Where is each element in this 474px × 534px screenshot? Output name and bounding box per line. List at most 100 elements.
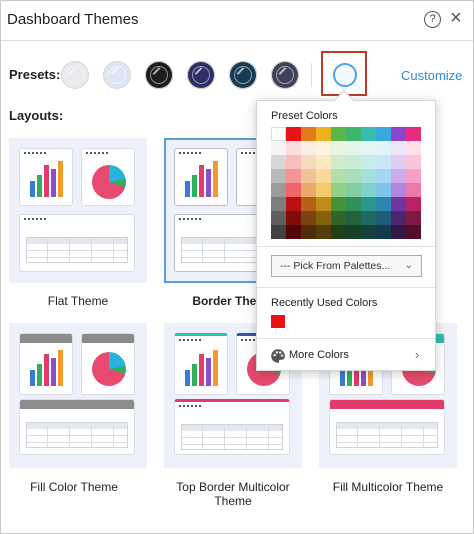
preset-color-cell[interactable] <box>331 183 346 197</box>
preset-color-cell[interactable] <box>406 197 421 211</box>
preset-color-cell[interactable] <box>316 183 331 197</box>
preset-swatch-light-gray[interactable] <box>61 61 89 89</box>
preset-color-cell[interactable] <box>331 141 346 155</box>
preset-color-cell[interactable] <box>331 127 346 141</box>
question-circle-icon[interactable]: ? <box>424 11 441 28</box>
preset-color-cell[interactable] <box>406 141 421 155</box>
preset-colors-label: Preset Colors <box>271 110 338 122</box>
preset-color-cell[interactable] <box>331 211 346 225</box>
preset-color-cell[interactable] <box>391 127 406 141</box>
preset-color-cell[interactable] <box>316 127 331 141</box>
preset-color-cell[interactable] <box>391 183 406 197</box>
preset-color-cell[interactable] <box>301 197 316 211</box>
preset-color-cell[interactable] <box>391 155 406 169</box>
presets-label: Presets: <box>9 67 61 82</box>
preset-color-cell[interactable] <box>346 169 361 183</box>
recent-color-swatch[interactable] <box>271 315 285 328</box>
preset-color-cell[interactable] <box>271 225 286 239</box>
preset-color-cell[interactable] <box>271 197 286 211</box>
customize-link[interactable]: Customize <box>401 68 462 83</box>
more-colors-button[interactable]: More Colors › <box>257 344 435 371</box>
preset-color-cell[interactable] <box>331 197 346 211</box>
preset-color-cell[interactable] <box>376 225 391 239</box>
close-icon[interactable]: × <box>450 7 462 29</box>
preset-color-cell[interactable] <box>406 183 421 197</box>
thumb-table-widget <box>329 399 445 455</box>
preset-color-cell[interactable] <box>301 211 316 225</box>
preset-swatch-black[interactable] <box>145 61 173 89</box>
preset-color-cell[interactable] <box>376 127 391 141</box>
preset-color-cell[interactable] <box>376 183 391 197</box>
preset-color-cell[interactable] <box>316 169 331 183</box>
preset-color-cell[interactable] <box>286 225 301 239</box>
preset-color-cell[interactable] <box>271 211 286 225</box>
preset-color-cell[interactable] <box>376 211 391 225</box>
preset-color-cell[interactable] <box>301 183 316 197</box>
preset-color-cell[interactable] <box>286 155 301 169</box>
preset-color-cell[interactable] <box>406 155 421 169</box>
preset-color-cell[interactable] <box>316 197 331 211</box>
preset-color-cell[interactable] <box>346 225 361 239</box>
preset-color-cell[interactable] <box>286 183 301 197</box>
preset-color-cell[interactable] <box>331 155 346 169</box>
preset-color-cell[interactable] <box>391 211 406 225</box>
preset-color-cell[interactable] <box>331 225 346 239</box>
preset-color-cell[interactable] <box>346 183 361 197</box>
theme-card-fill-color[interactable] <box>9 323 147 468</box>
preset-color-cell[interactable] <box>376 169 391 183</box>
preset-color-cell[interactable] <box>271 169 286 183</box>
preset-color-cell[interactable] <box>361 183 376 197</box>
preset-color-cell[interactable] <box>376 155 391 169</box>
preset-color-cell[interactable] <box>301 169 316 183</box>
preset-color-cell[interactable] <box>406 225 421 239</box>
preset-color-cell[interactable] <box>346 211 361 225</box>
preset-color-cell[interactable] <box>316 225 331 239</box>
preset-swatch-navy-purple[interactable] <box>187 61 215 89</box>
preset-color-cell[interactable] <box>361 197 376 211</box>
preset-color-cell[interactable] <box>361 169 376 183</box>
preset-color-cell[interactable] <box>376 197 391 211</box>
preset-color-cell[interactable] <box>391 169 406 183</box>
thumb-bar-widget <box>174 148 228 206</box>
preset-color-cell[interactable] <box>271 127 286 141</box>
preset-color-cell[interactable] <box>406 127 421 141</box>
preset-color-cell[interactable] <box>286 127 301 141</box>
preset-color-cell[interactable] <box>406 169 421 183</box>
preset-color-cell[interactable] <box>346 155 361 169</box>
preset-color-cell[interactable] <box>301 127 316 141</box>
pie-icon <box>92 165 126 199</box>
preset-color-cell[interactable] <box>391 141 406 155</box>
preset-color-cell[interactable] <box>286 141 301 155</box>
preset-color-cell[interactable] <box>346 127 361 141</box>
preset-color-cell[interactable] <box>286 169 301 183</box>
preset-color-cell[interactable] <box>271 183 286 197</box>
preset-color-cell[interactable] <box>361 127 376 141</box>
preset-color-cell[interactable] <box>316 141 331 155</box>
preset-color-cell[interactable] <box>406 211 421 225</box>
preset-color-cell[interactable] <box>316 155 331 169</box>
preset-color-cell[interactable] <box>301 141 316 155</box>
preset-swatch-teal-navy[interactable] <box>229 61 257 89</box>
preset-color-cell[interactable] <box>301 155 316 169</box>
preset-color-cell[interactable] <box>391 197 406 211</box>
preset-color-cell[interactable] <box>271 155 286 169</box>
preset-color-cell[interactable] <box>286 197 301 211</box>
preset-color-cell[interactable] <box>361 155 376 169</box>
preset-color-cell[interactable] <box>271 141 286 155</box>
preset-swatch-pale-blue[interactable] <box>103 61 131 89</box>
pick-from-palettes-select[interactable]: --- Pick From Palettes... ⌄ <box>271 255 422 277</box>
preset-color-cell[interactable] <box>301 225 316 239</box>
theme-card-flat[interactable] <box>9 138 147 283</box>
preset-color-cell[interactable] <box>361 211 376 225</box>
preset-color-cell[interactable] <box>391 225 406 239</box>
preset-color-cell[interactable] <box>316 211 331 225</box>
preset-color-cell[interactable] <box>361 141 376 155</box>
theme-label-top-border-multicolor: Top Border Multicolor Theme <box>176 480 290 508</box>
preset-color-cell[interactable] <box>361 225 376 239</box>
preset-color-cell[interactable] <box>376 141 391 155</box>
preset-color-cell[interactable] <box>346 141 361 155</box>
preset-swatch-slate[interactable] <box>271 61 299 89</box>
preset-color-cell[interactable] <box>346 197 361 211</box>
preset-color-cell[interactable] <box>331 169 346 183</box>
preset-color-cell[interactable] <box>286 211 301 225</box>
